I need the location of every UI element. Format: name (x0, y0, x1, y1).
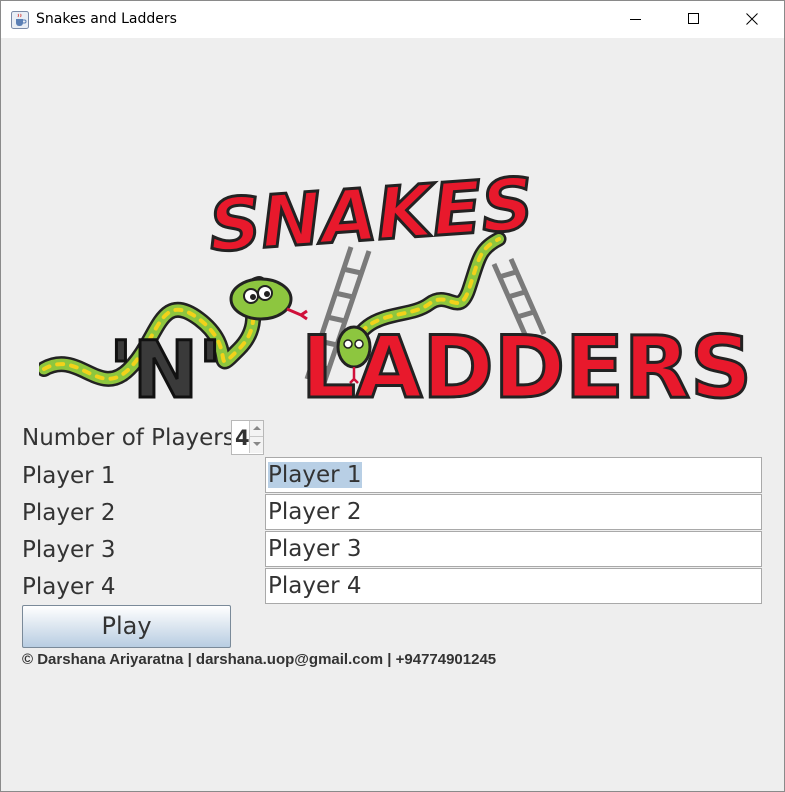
player-2-name-field[interactable]: Player 2 (265, 494, 762, 530)
player-3-name-value: Player 3 (268, 536, 362, 562)
java-cup-icon (11, 11, 29, 29)
minimize-icon (630, 19, 641, 20)
svg-text:LADDERS: LADDERS (301, 318, 749, 414)
player-1-label: Player 1 (22, 463, 116, 489)
player-3-name-field[interactable]: Player 3 (265, 531, 762, 567)
close-button[interactable] (724, 1, 782, 38)
player-2-label: Player 2 (22, 500, 116, 526)
player-1-name-field[interactable]: Player 1 (265, 457, 762, 493)
player-2-name-value: Player 2 (268, 499, 362, 525)
player-4-name-field[interactable]: Player 4 (265, 568, 762, 604)
title-bar[interactable]: Snakes and Ladders (1, 1, 784, 38)
snakes-and-ladders-logo: SNAKES 'N' LADDERS (39, 169, 749, 414)
number-of-players-label: Number of Players (22, 425, 235, 451)
spinner-value[interactable]: 4 (235, 426, 250, 450)
play-button[interactable]: Play (22, 605, 231, 648)
maximize-icon (688, 13, 699, 24)
minimize-button[interactable] (608, 1, 666, 38)
number-of-players-spinner[interactable]: 4 (231, 420, 264, 455)
window-title: Snakes and Ladders (36, 11, 177, 27)
svg-text:'N': 'N' (109, 326, 222, 414)
player-3-label: Player 3 (22, 537, 116, 563)
player-4-label: Player 4 (22, 574, 116, 600)
app-window: Snakes and Ladders SNAKES 'N' LADDERS Nu… (0, 0, 785, 792)
spinner-down-arrow-icon[interactable] (249, 437, 263, 453)
logo-word-n: 'N' (108, 325, 224, 415)
close-icon (746, 13, 758, 25)
maximize-button[interactable] (666, 1, 724, 38)
spinner-up-arrow-icon[interactable] (249, 421, 263, 437)
copyright-footer: © Darshana Ariyaratna | darshana.uop@gma… (22, 651, 497, 668)
player-1-name-value: Player 1 (268, 462, 362, 488)
logo-word-ladders: LADDERS (300, 317, 750, 415)
player-4-name-value: Player 4 (268, 573, 362, 599)
